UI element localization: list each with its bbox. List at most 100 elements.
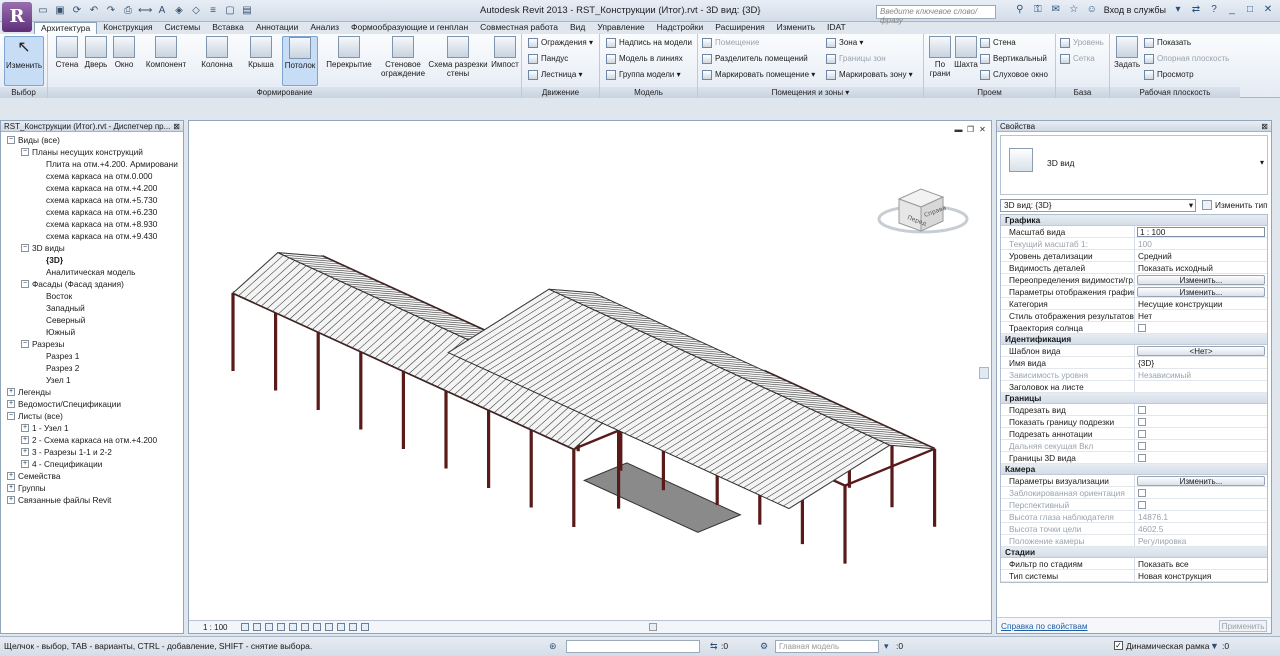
property-checkbox[interactable]: [1138, 430, 1146, 438]
tree-node[interactable]: Аналитическая модель: [1, 266, 183, 278]
expand-icon[interactable]: +: [7, 496, 15, 504]
property-checkbox[interactable]: [1138, 489, 1146, 497]
tab-5[interactable]: Анализ: [304, 22, 345, 34]
tab-12[interactable]: Изменить: [771, 22, 821, 34]
model-group-button[interactable]: Группа модели ▾: [606, 69, 681, 81]
reveal-hidden-icon[interactable]: [349, 623, 358, 631]
3d-view-icon[interactable]: ◈: [172, 4, 186, 17]
dynamic-frame-checkbox[interactable]: ✓: [1114, 641, 1123, 650]
tab-13[interactable]: IDAT: [821, 22, 852, 34]
model-text-button[interactable]: Надпись на модели: [606, 37, 692, 49]
tab-11[interactable]: Расширения: [709, 22, 770, 34]
model-line-button[interactable]: Модель в линиях: [606, 53, 683, 65]
room-separator-button[interactable]: Разделитель помещений: [702, 53, 808, 65]
expand-icon[interactable]: +: [7, 472, 15, 480]
tree-node[interactable]: схема каркаса на отм.+5.730: [1, 194, 183, 206]
expand-icon[interactable]: +: [7, 400, 15, 408]
view-scale[interactable]: 1 : 100: [203, 621, 227, 634]
edit-property-button[interactable]: Изменить...: [1137, 476, 1265, 486]
user-icon[interactable]: ☺: [1086, 4, 1098, 16]
tree-node[interactable]: Восток: [1, 290, 183, 302]
tree-node[interactable]: + Группы: [1, 482, 183, 494]
editing-requests-icon[interactable]: ⇆: [710, 641, 720, 651]
tree-node[interactable]: −3D виды: [1, 242, 183, 254]
properties-help-link[interactable]: Справка по свойствам: [1001, 621, 1088, 631]
expand-icon[interactable]: −: [7, 136, 15, 144]
vertical-scrollbar[interactable]: [979, 367, 989, 379]
expand-icon[interactable]: +: [21, 436, 29, 444]
tag-room-button[interactable]: Маркировать помещение ▾: [702, 69, 815, 81]
search-icon[interactable]: ⚲: [1014, 4, 1026, 16]
property-group-header[interactable]: Стадии: [1001, 547, 1267, 558]
tab-7[interactable]: Совместная работа: [474, 22, 564, 34]
view-3d[interactable]: ▬ ❐ ✕ Перед Справа 1 : 100: [188, 120, 992, 634]
property-value[interactable]: Нет: [1135, 310, 1152, 321]
filter-icon[interactable]: ▾: [884, 641, 894, 651]
door-button[interactable]: Дверь: [82, 36, 110, 69]
property-checkbox[interactable]: [1138, 418, 1146, 426]
filter-selection-icon[interactable]: ▼: [1210, 641, 1220, 651]
edit-type-icon[interactable]: [1202, 200, 1212, 210]
curtain-system-button[interactable]: Стеновое ограждение: [380, 36, 426, 78]
property-group-header[interactable]: Камера: [1001, 464, 1267, 475]
expand-icon[interactable]: +: [21, 448, 29, 456]
property-input[interactable]: 1 : 100: [1137, 227, 1265, 237]
tree-node[interactable]: − Разрезы: [1, 338, 183, 350]
tree-node[interactable]: схема каркаса на отм.+9.430: [1, 230, 183, 242]
horizontal-scrollbar[interactable]: [649, 623, 658, 631]
property-group-header[interactable]: Графика: [1001, 215, 1267, 226]
expand-icon[interactable]: −: [21, 280, 29, 288]
property-checkbox[interactable]: [1138, 406, 1146, 414]
modify-button[interactable]: ↖ Изменить: [4, 36, 44, 86]
tree-node[interactable]: Узел 1: [1, 374, 183, 386]
grid-button[interactable]: Сетка: [1060, 53, 1095, 65]
tree-node[interactable]: Разрез 1: [1, 350, 183, 362]
tree-node[interactable]: + Ведомости/Спецификации: [1, 398, 183, 410]
edit-type-button[interactable]: Изменить тип: [1215, 200, 1268, 210]
instance-filter-select[interactable]: 3D вид: {3D}: [1000, 198, 1196, 212]
tab-9[interactable]: Управление: [591, 22, 650, 34]
expand-icon[interactable]: +: [7, 484, 15, 492]
expand-icon[interactable]: −: [21, 244, 29, 252]
property-value[interactable]: Средний: [1135, 250, 1172, 261]
ramp-button[interactable]: Пандус: [528, 53, 568, 65]
tree-node[interactable]: +3 - Разрезы 1-1 и 2-2: [1, 446, 183, 458]
expand-icon[interactable]: +: [7, 388, 15, 396]
tree-node[interactable]: Плита на отм.+4.200. Армировани: [1, 158, 183, 170]
window-button[interactable]: Окно: [110, 36, 138, 69]
tree-node[interactable]: +4 - Спецификации: [1, 458, 183, 470]
favorites-icon[interactable]: ☆: [1068, 4, 1080, 16]
tab-6[interactable]: Формообразующие и генплан: [345, 22, 474, 34]
help-icon[interactable]: ?: [1208, 4, 1220, 16]
crop-view-icon[interactable]: [301, 623, 310, 631]
open-icon[interactable]: ▭: [36, 4, 50, 17]
render-icon[interactable]: [289, 623, 298, 631]
tree-node[interactable]: − Листы (все): [1, 410, 183, 422]
by-face-button[interactable]: По грани: [926, 36, 954, 78]
tree-node[interactable]: − Виды (все): [1, 134, 183, 146]
roof-button[interactable]: Крыша: [244, 36, 278, 69]
shadows-icon[interactable]: [277, 623, 286, 631]
show-crop-icon[interactable]: [313, 623, 322, 631]
section-icon[interactable]: ◇: [189, 4, 203, 17]
switch-windows-icon[interactable]: ▤: [240, 4, 254, 17]
ref-plane-button[interactable]: Опорная плоскость: [1144, 53, 1229, 65]
edit-property-button[interactable]: <Нет>: [1137, 346, 1265, 356]
exchange-icon[interactable]: ⇄: [1190, 4, 1202, 16]
expand-icon[interactable]: −: [7, 412, 15, 420]
room-button[interactable]: Помещение: [702, 37, 759, 49]
lock-view-icon[interactable]: [325, 623, 334, 631]
expand-icon[interactable]: +: [21, 424, 29, 432]
railing-button[interactable]: Ограждения ▾: [528, 37, 593, 49]
temp-hide-icon[interactable]: [337, 623, 346, 631]
wall-opening-button[interactable]: Стена: [980, 37, 1016, 49]
visual-style-icon[interactable]: [253, 623, 262, 631]
tree-node[interactable]: − Планы несущих конструкций: [1, 146, 183, 158]
tag-area-button[interactable]: Маркировать зону ▾: [826, 69, 913, 81]
tree-node[interactable]: схема каркаса на отм.0.000: [1, 170, 183, 182]
vertical-opening-button[interactable]: Вертикальный: [980, 53, 1047, 65]
tab-8[interactable]: Вид: [564, 22, 591, 34]
structural-model[interactable]: [189, 121, 991, 619]
property-checkbox[interactable]: [1138, 501, 1146, 509]
property-value[interactable]: {3D}: [1135, 357, 1154, 368]
